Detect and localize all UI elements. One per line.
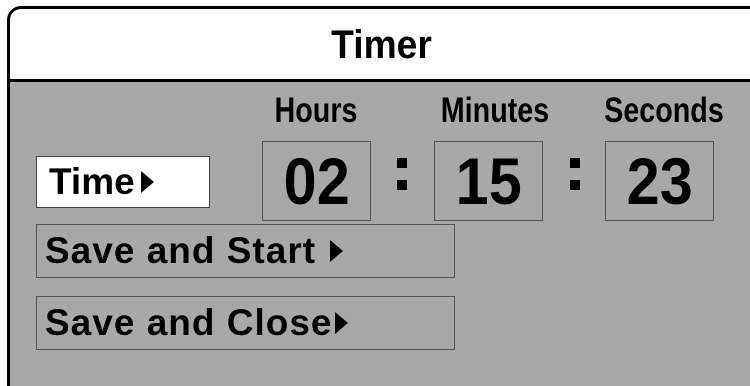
- save-and-close-label: Save and Close: [45, 302, 333, 343]
- colon-separator: [395, 156, 409, 192]
- arrow-right-icon: [334, 312, 348, 334]
- save-and-start-label: Save and Start: [45, 230, 317, 271]
- title-bar: Timer: [10, 9, 750, 82]
- arrow-right-icon: [330, 240, 344, 262]
- seconds-value: 23: [626, 144, 693, 218]
- arrow-right-icon: [140, 171, 154, 193]
- hours-field[interactable]: 02: [262, 141, 371, 221]
- seconds-label: Seconds: [604, 91, 724, 130]
- seconds-field[interactable]: 23: [605, 141, 714, 221]
- save-and-start-button[interactable]: Save and Start: [36, 224, 455, 278]
- time-button[interactable]: Time: [36, 156, 210, 208]
- minutes-label: Minutes: [440, 91, 550, 130]
- window-title: Timer: [331, 23, 432, 67]
- minutes-field[interactable]: 15: [434, 141, 543, 221]
- colon-separator: [568, 156, 582, 192]
- minutes-value: 15: [455, 144, 522, 218]
- save-and-close-button[interactable]: Save and Close: [36, 296, 455, 350]
- hours-value: 02: [283, 144, 350, 218]
- hours-label: Hours: [274, 91, 358, 130]
- time-button-label: Time: [49, 161, 135, 202]
